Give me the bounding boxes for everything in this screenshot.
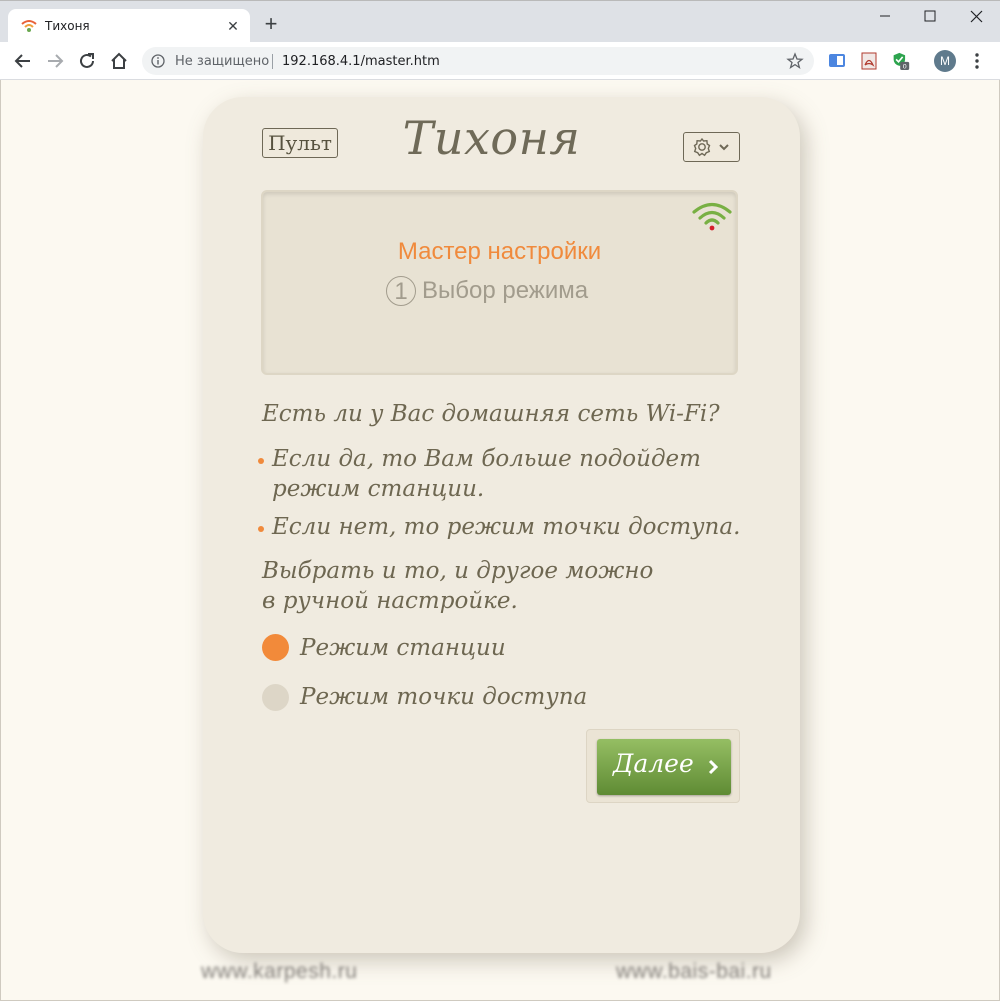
manual-hint-line2: в ручной настройке. bbox=[262, 588, 518, 614]
translate-extension-icon[interactable] bbox=[828, 52, 846, 70]
brand-title: Тихоня bbox=[402, 111, 581, 165]
radio-ap-option[interactable]: Режим точки доступа bbox=[261, 682, 601, 712]
browser-tab[interactable]: Тихоня ✕ bbox=[8, 9, 250, 43]
ext-badge-count: 0 bbox=[903, 62, 907, 70]
url-text[interactable]: 192.168.4.1/master.htm bbox=[282, 54, 440, 69]
wizard-title: Мастер настройки bbox=[397, 238, 602, 265]
gear-icon bbox=[693, 137, 711, 157]
radio-station-label: Режим станции bbox=[300, 635, 506, 661]
radio-ap-label: Режим точки доступа bbox=[300, 684, 588, 710]
browser-titlebar: Тихоня ✕ + bbox=[0, 0, 1000, 43]
chevron-right-icon bbox=[708, 759, 719, 775]
next-button-frame: Далее bbox=[586, 729, 740, 803]
browser-menu-icon[interactable] bbox=[970, 51, 984, 71]
wifi-signal-icon bbox=[692, 202, 732, 231]
window-maximize-icon[interactable] bbox=[915, 5, 945, 27]
bullet-ap-text: Если нет, то режим точки доступа. bbox=[272, 514, 741, 540]
pult-button[interactable]: Пульт bbox=[262, 128, 338, 158]
bullet-station-line2: режим станции. bbox=[272, 476, 485, 502]
chevron-down-icon bbox=[719, 144, 729, 151]
next-button-label: Далее bbox=[613, 749, 694, 778]
page-viewport: Пульт Тихоня Мастер настройки 1Выбор реж… bbox=[0, 80, 1000, 1001]
forward-arrow-icon[interactable] bbox=[44, 50, 66, 72]
tab-title: Тихоня bbox=[45, 19, 90, 33]
address-bar[interactable]: Не защищено 192.168.4.1/master.htm bbox=[142, 47, 814, 75]
window-minimize-icon[interactable] bbox=[870, 5, 900, 27]
device-panel: Пульт Тихоня Мастер настройки 1Выбор реж… bbox=[203, 97, 800, 953]
bullet-station-line1: Если да, то Вам больше подойдет bbox=[272, 446, 701, 472]
radio-station-option[interactable]: Режим станции bbox=[261, 633, 561, 663]
wizard-step: 1 Выбор режима bbox=[386, 276, 588, 310]
address-separator bbox=[272, 54, 273, 69]
radio-station-selected[interactable] bbox=[262, 634, 289, 661]
shield-extension-icon[interactable]: 0 bbox=[892, 52, 910, 70]
manual-hint-line1: Выбрать и то, и другое можно bbox=[262, 558, 654, 584]
status-display: Мастер настройки 1 Выбор режима bbox=[261, 190, 738, 375]
question-text: Есть ли у Вас домашняя сеть Wi-Fi? bbox=[262, 401, 720, 427]
browser-toolbar: Не защищено 192.168.4.1/master.htm 0 M bbox=[0, 42, 1000, 80]
pdf-extension-icon[interactable] bbox=[860, 52, 878, 70]
home-icon[interactable] bbox=[108, 50, 130, 72]
settings-dropdown-button[interactable] bbox=[683, 132, 740, 162]
reload-icon[interactable] bbox=[76, 50, 98, 72]
next-button[interactable]: Далее bbox=[597, 739, 731, 795]
tab-close-icon[interactable]: ✕ bbox=[224, 17, 242, 35]
profile-avatar[interactable]: M bbox=[934, 50, 956, 72]
step-label: Выбор режима bbox=[422, 277, 589, 304]
back-arrow-icon[interactable] bbox=[12, 50, 34, 72]
radio-ap-unselected[interactable] bbox=[262, 684, 289, 711]
footer-link-karpesh[interactable]: www.karpesh.ru bbox=[201, 960, 357, 984]
bullet-dot bbox=[258, 458, 264, 464]
bullet-dot bbox=[258, 526, 264, 532]
step-number-badge: 1 bbox=[386, 276, 416, 306]
info-icon[interactable] bbox=[151, 54, 165, 68]
security-status: Не защищено bbox=[175, 54, 270, 69]
wifi-favicon-icon bbox=[21, 20, 37, 32]
footer-link-baisbai[interactable]: www.bais-bai.ru bbox=[616, 960, 772, 984]
new-tab-icon[interactable]: + bbox=[260, 13, 282, 35]
bookmark-star-icon[interactable] bbox=[786, 52, 804, 70]
window-close-icon[interactable] bbox=[962, 5, 992, 27]
